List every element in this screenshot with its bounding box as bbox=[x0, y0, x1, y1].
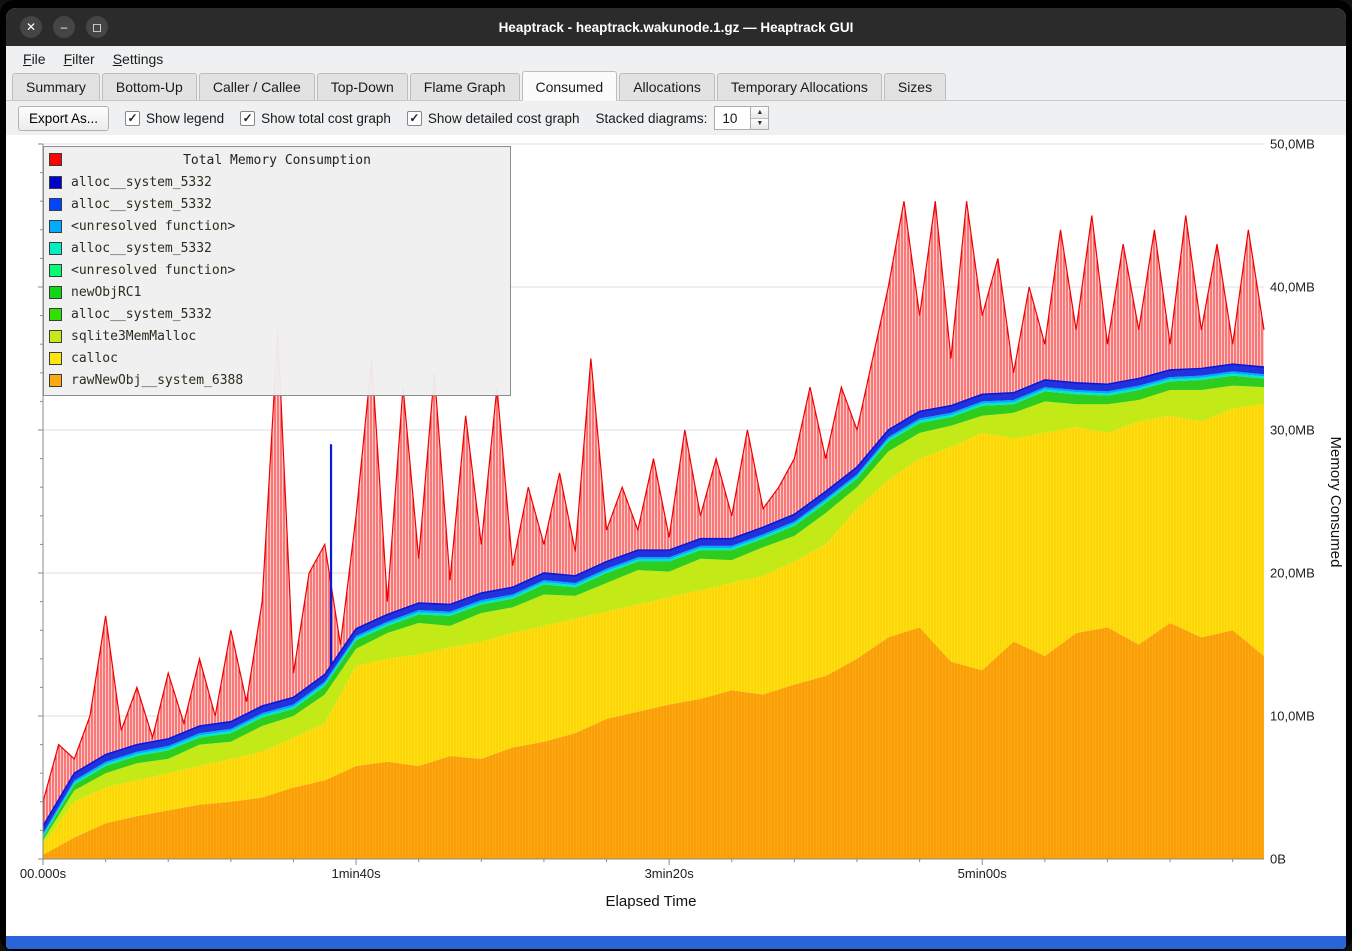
checkbox-check-icon: ✓ bbox=[407, 111, 422, 126]
legend-item: alloc__system_5332 bbox=[44, 237, 510, 259]
titlebar[interactable]: ✕ – ◻ Heaptrack - heaptrack.wakunode.1.g… bbox=[6, 8, 1346, 46]
legend-item: <unresolved function> bbox=[44, 259, 510, 281]
legend-item: rawNewObj__system_6388 bbox=[44, 369, 510, 391]
chart-legend: Total Memory Consumption alloc__system_5… bbox=[43, 146, 511, 396]
legend-item: alloc__system_5332 bbox=[44, 303, 510, 325]
x-tick-label: 1min40s bbox=[331, 866, 380, 881]
checkbox-label: Show legend bbox=[146, 111, 224, 126]
legend-swatch bbox=[49, 242, 62, 255]
spinner-arrows: ▲ ▼ bbox=[750, 106, 769, 130]
minimize-icon: – bbox=[61, 21, 68, 33]
memory-consumption-chart[interactable]: Total Memory Consumption alloc__system_5… bbox=[6, 135, 1346, 936]
legend-item: calloc bbox=[44, 347, 510, 369]
legend-label: <unresolved function> bbox=[71, 263, 235, 278]
legend-swatch bbox=[49, 352, 62, 365]
close-icon: ✕ bbox=[26, 21, 36, 33]
stacked-diagrams-spinner[interactable]: 10 ▲ ▼ bbox=[714, 106, 769, 130]
x-tick-label: 3min20s bbox=[645, 866, 694, 881]
legend-label: alloc__system_5332 bbox=[71, 197, 212, 212]
bottom-accent-bar bbox=[6, 936, 1346, 949]
minimize-button[interactable]: – bbox=[53, 16, 75, 38]
stacked-diagrams-value[interactable]: 10 bbox=[714, 106, 750, 130]
close-button[interactable]: ✕ bbox=[20, 16, 42, 38]
y-tick-label: 10,0MB bbox=[1270, 709, 1315, 724]
stacked-diagrams-label: Stacked diagrams: bbox=[596, 111, 708, 126]
legend-title: Total Memory Consumption bbox=[44, 153, 510, 168]
x-tick-label: 5min00s bbox=[958, 866, 1007, 881]
legend-swatch bbox=[49, 308, 62, 321]
y-tick-label: 50,0MB bbox=[1270, 137, 1315, 152]
legend-swatch bbox=[49, 286, 62, 299]
tab-summary[interactable]: Summary bbox=[12, 73, 100, 100]
window-controls: ✕ – ◻ bbox=[20, 16, 108, 38]
legend-swatch bbox=[49, 176, 62, 189]
tab-consumed[interactable]: Consumed bbox=[522, 71, 618, 101]
legend-item: newObjRC1 bbox=[44, 281, 510, 303]
tab-flame-graph[interactable]: Flame Graph bbox=[410, 73, 520, 100]
legend-swatch bbox=[49, 220, 62, 233]
legend-item: <unresolved function> bbox=[44, 215, 510, 237]
y-tick-label: 20,0MB bbox=[1270, 566, 1315, 581]
export-as-button[interactable]: Export As... bbox=[18, 106, 109, 131]
y-tick-label: 40,0MB bbox=[1270, 280, 1315, 295]
toolbar: Export As... ✓ Show legend ✓ Show total cos… bbox=[6, 101, 1346, 135]
menu-filter[interactable]: Filter bbox=[55, 48, 104, 70]
checkbox-label: Show detailed cost graph bbox=[428, 111, 580, 126]
x-tick-label: 00.000s bbox=[20, 866, 66, 881]
spinner-down-icon[interactable]: ▼ bbox=[751, 118, 768, 130]
checkbox-label: Show total cost graph bbox=[261, 111, 391, 126]
legend-item: alloc__system_5332 bbox=[44, 193, 510, 215]
checkbox-show-total-cost-graph[interactable]: ✓ Show total cost graph bbox=[240, 111, 391, 126]
menu-settings[interactable]: Settings bbox=[104, 48, 173, 70]
legend-label: alloc__system_5332 bbox=[71, 241, 212, 256]
y-tick-label: 30,0MB bbox=[1270, 423, 1315, 438]
legend-label: rawNewObj__system_6388 bbox=[71, 373, 243, 388]
legend-rows: alloc__system_5332 alloc__system_5332 <unr… bbox=[44, 171, 510, 391]
checkbox-check-icon: ✓ bbox=[240, 111, 255, 126]
menu-file[interactable]: File bbox=[14, 48, 55, 70]
spinner-up-icon[interactable]: ▲ bbox=[751, 107, 768, 118]
x-axis-title: Elapsed Time bbox=[606, 893, 697, 910]
legend-swatch bbox=[49, 264, 62, 277]
legend-label: calloc bbox=[71, 351, 118, 366]
window-title: Heaptrack - heaptrack.wakunode.1.gz — He… bbox=[499, 20, 854, 35]
tab-top-down[interactable]: Top-Down bbox=[317, 73, 408, 100]
legend-label: <unresolved function> bbox=[71, 219, 235, 234]
legend-swatch bbox=[49, 330, 62, 343]
tab-caller-callee[interactable]: Caller / Callee bbox=[199, 73, 315, 100]
tab-allocations[interactable]: Allocations bbox=[619, 73, 715, 100]
tab-sizes[interactable]: Sizes bbox=[884, 73, 946, 100]
legend-label: alloc__system_5332 bbox=[71, 307, 212, 322]
total-consumption-swatch bbox=[49, 153, 62, 166]
screen-frame: ✕ – ◻ Heaptrack - heaptrack.wakunode.1.g… bbox=[0, 0, 1352, 951]
checkbox-check-icon: ✓ bbox=[125, 111, 140, 126]
legend-label: newObjRC1 bbox=[71, 285, 141, 300]
menubar: File Filter Settings bbox=[6, 46, 1346, 71]
legend-swatch bbox=[49, 198, 62, 211]
tab-bottom-up[interactable]: Bottom-Up bbox=[102, 73, 197, 100]
legend-item: alloc__system_5332 bbox=[44, 171, 510, 193]
legend-label: sqlite3MemMalloc bbox=[71, 329, 196, 344]
heaptrack-window: ✕ – ◻ Heaptrack - heaptrack.wakunode.1.g… bbox=[6, 8, 1346, 949]
tab-temporary-allocations[interactable]: Temporary Allocations bbox=[717, 73, 882, 100]
tabbar: SummaryBottom-UpCaller / CalleeTop-DownF… bbox=[6, 71, 1346, 101]
stacked-diagrams-group: Stacked diagrams: 10 ▲ ▼ bbox=[596, 106, 770, 130]
legend-item: sqlite3MemMalloc bbox=[44, 325, 510, 347]
checkbox-group: ✓ Show legend ✓ Show total cost graph ✓ Show … bbox=[125, 111, 580, 126]
checkbox-show-detailed-cost-graph[interactable]: ✓ Show detailed cost graph bbox=[407, 111, 580, 126]
checkbox-show-legend[interactable]: ✓ Show legend bbox=[125, 111, 224, 126]
maximize-button[interactable]: ◻ bbox=[86, 16, 108, 38]
legend-swatch bbox=[49, 374, 62, 387]
legend-label: alloc__system_5332 bbox=[71, 175, 212, 190]
y-axis-title: Memory Consumed bbox=[1327, 436, 1344, 567]
y-tick-label: 0B bbox=[1270, 852, 1286, 867]
maximize-icon: ◻ bbox=[92, 21, 102, 33]
legend-title-row: Total Memory Consumption bbox=[44, 149, 510, 171]
